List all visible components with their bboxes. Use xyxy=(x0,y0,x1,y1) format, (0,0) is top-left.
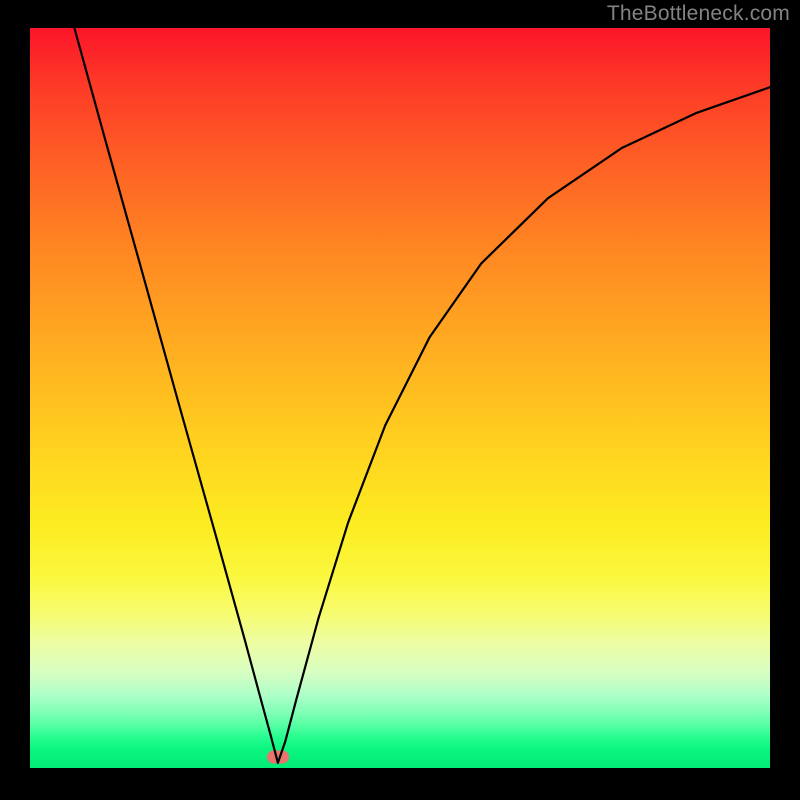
plot-area xyxy=(30,28,770,768)
curve-svg xyxy=(30,28,770,768)
watermark-text: TheBottleneck.com xyxy=(607,2,790,26)
chart-frame: TheBottleneck.com xyxy=(0,0,800,800)
bottleneck-curve xyxy=(74,28,770,763)
